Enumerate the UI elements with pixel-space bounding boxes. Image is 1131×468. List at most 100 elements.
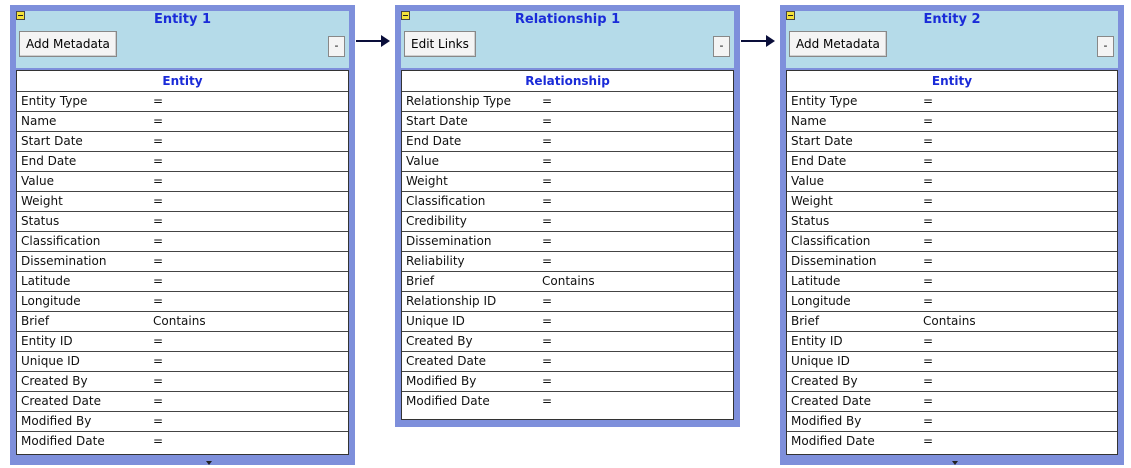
row-value: = (542, 314, 553, 328)
table-row[interactable]: Weight = (17, 191, 348, 211)
row-value: = (153, 154, 164, 168)
panel-header: Entity 2 Add Metadata - (786, 11, 1118, 68)
row-label: Modified By (406, 374, 477, 388)
table-row[interactable]: Unique ID = (402, 311, 733, 331)
table-row[interactable]: Relationship ID = (402, 291, 733, 311)
add-metadata-button[interactable]: Add Metadata (789, 31, 887, 57)
row-label: End Date (791, 154, 847, 168)
table-row[interactable]: Brief Contains (17, 311, 348, 331)
table-row[interactable]: Unique ID = (17, 351, 348, 371)
row-value: = (542, 214, 553, 228)
connector-arrow (356, 35, 390, 47)
table-rows: Entity Type = Name = Start Date = End Date = Val… (787, 91, 1117, 451)
table-row[interactable]: Classification = (402, 191, 733, 211)
table-row[interactable]: Value = (17, 171, 348, 191)
table-row[interactable]: Modified By = (17, 411, 348, 431)
table-row[interactable]: Modified By = (787, 411, 1117, 431)
table-row[interactable]: Classification = (787, 231, 1117, 251)
row-value: = (542, 294, 553, 308)
minimize-button[interactable]: - (1097, 36, 1114, 57)
table-row[interactable]: Start Date = (787, 131, 1117, 151)
table-row[interactable]: Value = (787, 171, 1117, 191)
table-row[interactable]: Weight = (787, 191, 1117, 211)
row-label: Classification (21, 234, 101, 248)
row-label: Value (21, 174, 54, 188)
add-metadata-button[interactable]: Add Metadata (19, 31, 117, 57)
entity-2-panel: Entity 2 Add Metadata - Entity Entity Ty… (780, 5, 1124, 465)
row-value: = (923, 374, 934, 388)
row-value: = (153, 194, 164, 208)
minimize-button[interactable]: - (328, 36, 345, 57)
panel-title: Entity 1 (153, 12, 212, 27)
connector-arrow (741, 35, 775, 47)
row-value: = (542, 354, 553, 368)
table-row[interactable]: Created Date = (17, 391, 348, 411)
table-row[interactable]: Longitude = (17, 291, 348, 311)
table-row[interactable]: Created Date = (787, 391, 1117, 411)
row-label: Modified Date (791, 434, 875, 448)
table-row[interactable]: Name = (787, 111, 1117, 131)
table-row[interactable]: Created By = (17, 371, 348, 391)
table-row[interactable]: Credibility = (402, 211, 733, 231)
row-value: = (542, 94, 553, 108)
table-row[interactable]: Brief Contains (402, 271, 733, 291)
row-value: = (542, 154, 553, 168)
row-label: Dissemination (791, 254, 877, 268)
table-row[interactable]: End Date = (402, 131, 733, 151)
table-row[interactable]: Created By = (787, 371, 1117, 391)
table-row[interactable]: Entity ID = (787, 331, 1117, 351)
row-value: = (923, 414, 934, 428)
row-label: Entity ID (21, 334, 73, 348)
row-value: Contains (923, 314, 976, 328)
table-row[interactable]: Latitude = (787, 271, 1117, 291)
row-label: Modified By (791, 414, 862, 428)
table-row[interactable]: Entity Type = (17, 91, 348, 111)
table-row[interactable]: Created By = (402, 331, 733, 351)
properties-table: Entity Entity Type = Name = Start Date = End D… (786, 70, 1118, 455)
table-row[interactable]: Modified Date = (17, 431, 348, 451)
table-row[interactable]: Dissemination = (787, 251, 1117, 271)
table-row[interactable]: Longitude = (787, 291, 1117, 311)
table-row[interactable]: Weight = (402, 171, 733, 191)
table-row[interactable]: Entity Type = (787, 91, 1117, 111)
table-row[interactable]: Status = (17, 211, 348, 231)
row-label: Created Date (406, 354, 486, 368)
table-row[interactable]: Modified Date = (787, 431, 1117, 451)
table-row[interactable]: Reliability = (402, 251, 733, 271)
row-label: Weight (791, 194, 833, 208)
row-label: Brief (791, 314, 820, 328)
table-row[interactable]: Entity ID = (17, 331, 348, 351)
row-value: = (923, 154, 934, 168)
entity-1-panel: Entity 1 Add Metadata - Entity Entity Ty… (10, 5, 355, 465)
panel-header: Entity 1 Add Metadata - (16, 11, 349, 68)
row-value: = (153, 294, 164, 308)
row-label: Modified By (21, 414, 92, 428)
table-row[interactable]: End Date = (787, 151, 1117, 171)
table-row[interactable]: Dissemination = (17, 251, 348, 271)
table-row[interactable]: Status = (787, 211, 1117, 231)
table-row[interactable]: Start Date = (17, 131, 348, 151)
edit-links-button[interactable]: Edit Links (404, 31, 476, 57)
table-row[interactable]: Relationship Type = (402, 91, 733, 111)
row-value: = (923, 234, 934, 248)
table-row[interactable]: Created Date = (402, 351, 733, 371)
table-row[interactable]: Start Date = (402, 111, 733, 131)
row-value: = (923, 134, 934, 148)
minimize-button[interactable]: - (713, 36, 730, 57)
table-row[interactable]: Modified By = (402, 371, 733, 391)
table-rows: Relationship Type = Start Date = End Date = Va… (402, 91, 733, 411)
table-row[interactable]: Name = (17, 111, 348, 131)
table-row[interactable]: Dissemination = (402, 231, 733, 251)
row-label: Dissemination (406, 234, 492, 248)
row-label: Classification (406, 194, 486, 208)
row-label: Start Date (791, 134, 853, 148)
table-row[interactable]: Unique ID = (787, 351, 1117, 371)
row-value: = (542, 174, 553, 188)
row-label: Longitude (791, 294, 851, 308)
table-row[interactable]: Classification = (17, 231, 348, 251)
table-row[interactable]: Latitude = (17, 271, 348, 291)
table-row[interactable]: Modified Date = (402, 391, 733, 411)
table-row[interactable]: Value = (402, 151, 733, 171)
table-row[interactable]: End Date = (17, 151, 348, 171)
table-row[interactable]: Brief Contains (787, 311, 1117, 331)
